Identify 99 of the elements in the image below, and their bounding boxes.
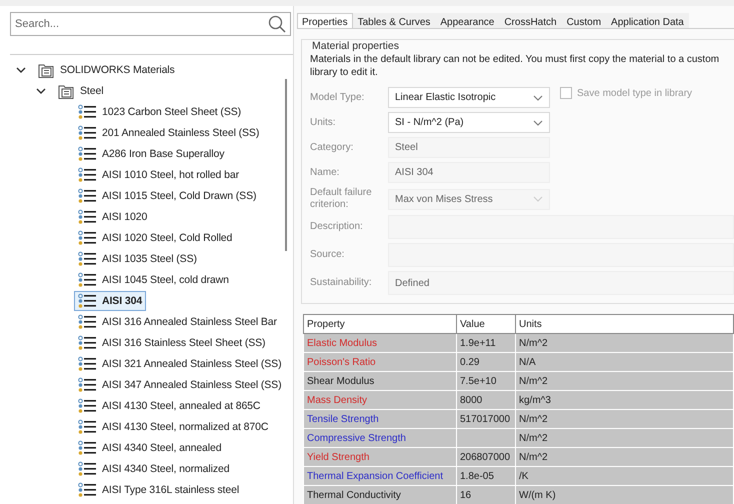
list-icon [78, 166, 96, 182]
table-cell: 16 [456, 486, 516, 504]
list-icon [78, 440, 96, 456]
tab[interactable]: Appearance [435, 13, 500, 28]
list-icon [78, 376, 96, 392]
folder-icon [58, 82, 74, 98]
column-header[interactable]: Value [456, 314, 516, 334]
chevron-icon[interactable] [16, 64, 26, 74]
table-cell: Elastic Modulus [304, 334, 456, 352]
material-item[interactable]: AISI 321 Annealed Stainless Steel (SS) [74, 354, 286, 374]
tab[interactable]: Application Data [606, 13, 689, 28]
material-item[interactable]: AISI 1015 Steel, Cold Drawn (SS) [74, 186, 260, 206]
search-field[interactable]: Search... [10, 12, 291, 36]
table-cell: Thermal Conductivity [304, 486, 456, 504]
field-label: Model Type: [310, 92, 366, 104]
table-cell: N/m^2 [516, 428, 734, 448]
field-label: Default failure criterion: [310, 187, 373, 211]
table-cell: N/m^2 [516, 448, 734, 466]
material-item[interactable]: AISI 1035 Steel (SS) [74, 248, 201, 268]
checkbox[interactable] [560, 87, 572, 99]
list-icon [78, 356, 96, 372]
tree-item[interactable]: SOLIDWORKS Materials [34, 60, 179, 80]
dropdown[interactable]: SI - N/m^2 (Pa) [388, 112, 550, 133]
material-item[interactable]: AISI 4340 Steel, annealed [74, 438, 226, 458]
field-label: Units: [310, 116, 337, 128]
folder-icon [38, 62, 54, 78]
material-item[interactable]: A286 Iron Base Superalloy [74, 144, 228, 164]
material-item[interactable]: AISI 1045 Steel, cold drawn [74, 270, 233, 290]
table-cell: N/m^2 [516, 372, 734, 390]
list-icon [78, 146, 96, 162]
table-cell: 0.29 [456, 352, 516, 372]
list-icon [78, 398, 96, 414]
table-cell: Shear Modulus [304, 372, 456, 390]
table-cell: Tensile Strength [304, 410, 456, 428]
dropdown[interactable]: Linear Elastic Isotropic [388, 87, 550, 108]
list-icon [78, 482, 96, 498]
list-icon [78, 460, 96, 476]
table-cell: 517017000 [456, 410, 516, 428]
notice-text: Materials in the default library can not be edited. You must first copy the material to a custom library to edit it. [310, 53, 720, 79]
material-item[interactable]: AISI 316 Annealed Stainless Steel Bar [74, 312, 281, 332]
table-cell: 1.9e+11 [456, 334, 516, 352]
column-header[interactable]: Property [304, 314, 456, 334]
material-item[interactable]: AISI 347 Annealed Stainless Steel (SS) [74, 374, 286, 394]
search-icon [268, 15, 286, 33]
table-cell: 7.5e+10 [456, 372, 516, 390]
material-item[interactable]: AISI 1020 Steel, Cold Rolled [74, 228, 236, 248]
field-label: Sustainability: [310, 277, 373, 289]
table-cell: 1.8e-05 [456, 466, 516, 486]
scrollbar[interactable] [285, 79, 287, 251]
list-icon [78, 314, 96, 330]
list-icon [78, 272, 96, 288]
list-icon [78, 188, 96, 204]
table-cell: kg/m^3 [516, 390, 734, 410]
tab[interactable]: Custom [562, 13, 606, 28]
material-item[interactable]: AISI 4130 Steel, annealed at 865C [74, 396, 264, 416]
material-item[interactable]: AISI 316 Stainless Steel Sheet (SS) [74, 332, 270, 352]
material-item[interactable]: AISI 304 [74, 290, 146, 310]
column-header[interactable]: Units [516, 314, 734, 334]
field-label: Name: [310, 166, 340, 178]
material-item[interactable]: AISI 4340 Steel, normalized [74, 458, 234, 478]
table-cell: Mass Density [304, 390, 456, 410]
chevron-icon [533, 196, 543, 202]
table-cell: W/(m K) [516, 486, 734, 504]
table-cell: 8000 [456, 390, 516, 410]
list-icon [78, 292, 96, 308]
material-item[interactable]: AISI 4130 Steel, normalized at 870C [74, 416, 272, 436]
field-label: Category: [310, 142, 354, 154]
group-title: Material properties [310, 40, 401, 52]
field-label: Source: [310, 249, 346, 261]
chevron-icon [533, 94, 543, 100]
table-cell: Poisson's Ratio [304, 352, 456, 372]
material-item[interactable]: AISI 1020 [74, 206, 152, 226]
list-icon [78, 104, 96, 120]
tab[interactable]: Properties [297, 13, 353, 28]
tree-item[interactable]: Steel [54, 80, 108, 100]
checkbox-label: Save model type in library [577, 88, 692, 98]
table-cell: Yield Strength [304, 448, 456, 466]
table-cell: N/m^2 [516, 410, 734, 428]
table-cell: 206807000 [456, 448, 516, 466]
list-icon [78, 418, 96, 434]
list-icon [78, 334, 96, 350]
list-icon [78, 230, 96, 246]
chevron-icon[interactable] [36, 86, 46, 96]
list-icon [78, 250, 96, 266]
table-cell: N/m^2 [516, 334, 734, 352]
table-cell: Thermal Expansion Coefficient [304, 466, 456, 486]
table-cell: Compressive Strength [304, 428, 456, 448]
table-cell: /K [516, 466, 734, 486]
list-icon [78, 208, 96, 224]
material-item[interactable]: AISI Type 316L stainless steel [74, 480, 244, 500]
material-item[interactable]: AISI 1010 Steel, hot rolled bar [74, 164, 243, 184]
material-item[interactable]: 1023 Carbon Steel Sheet (SS) [74, 102, 246, 122]
list-icon [78, 124, 96, 140]
chevron-icon [533, 120, 543, 126]
table-cell: N/A [516, 352, 734, 372]
tab[interactable]: CrossHatch [499, 13, 562, 28]
tab[interactable]: Tables & Curves [352, 13, 436, 28]
material-item[interactable]: 201 Annealed Stainless Steel (SS) [74, 122, 264, 142]
field-label: Description: [310, 221, 364, 233]
